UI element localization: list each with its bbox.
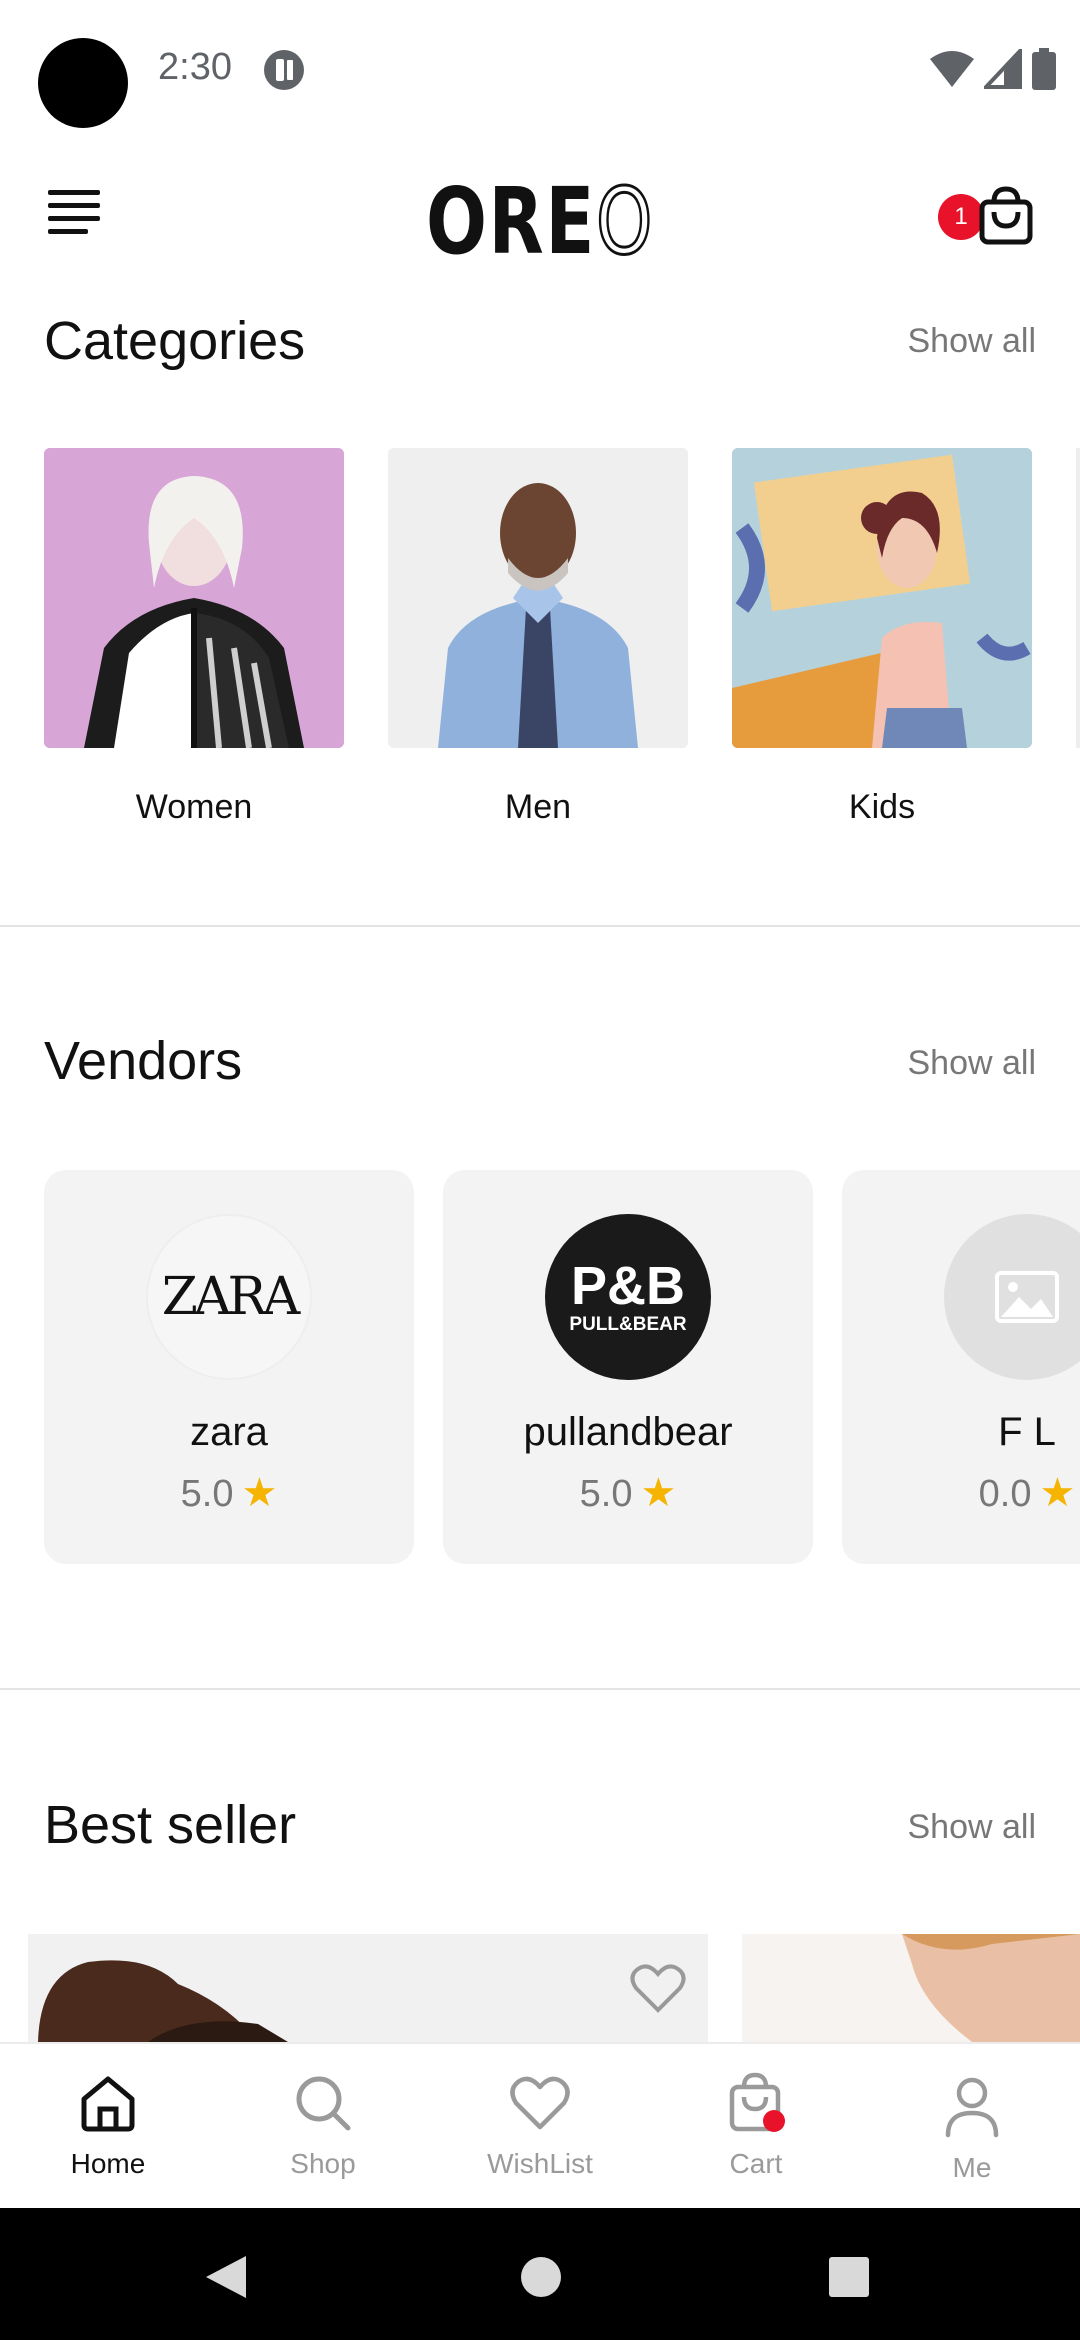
star-icon: ★: [241, 1471, 278, 1515]
logo-outline-letter: O: [595, 167, 655, 277]
image-placeholder-icon: [995, 1271, 1059, 1323]
category-men[interactable]: Men: [388, 448, 688, 827]
shopping-bag-icon[interactable]: [978, 186, 1034, 246]
best-seller-product-card[interactable]: [28, 1934, 708, 2042]
category-label: Women: [135, 788, 253, 826]
vendor-name: zara: [190, 1410, 268, 1454]
nav-label: Home: [70, 2148, 146, 2179]
category-women-image: [44, 448, 344, 748]
nav-home[interactable]: Home: [18, 2068, 198, 2180]
home-icon: [18, 2068, 198, 2138]
product-image: [28, 1934, 708, 2042]
menu-icon[interactable]: [48, 190, 104, 238]
vendor-logo-text: P&B: [570, 1256, 685, 1316]
notification-app-icon: [264, 50, 304, 90]
category-label: Kids: [848, 788, 916, 826]
best-seller-show-all[interactable]: Show all: [907, 1808, 1036, 1847]
person-icon: [882, 2072, 1062, 2142]
category-kids-image: [732, 448, 1032, 748]
recents-icon[interactable]: [828, 2256, 870, 2298]
categories-show-all[interactable]: Show all: [907, 322, 1036, 361]
vendor-rating: 5.0 ★: [443, 1470, 813, 1516]
nav-me[interactable]: Me: [882, 2072, 1062, 2184]
nav-label: Shop: [290, 2148, 356, 2179]
best-seller-title: Best seller: [44, 1795, 297, 1855]
categories-title: Categories: [44, 311, 306, 371]
vendor-card-zara[interactable]: ZARA zara 5.0 ★: [44, 1170, 414, 1564]
bottom-nav: Home Shop WishList Cart Me: [0, 2042, 1080, 2208]
nav-label: WishList: [487, 2148, 593, 2179]
vendor-rating: 0.0 ★: [842, 1470, 1080, 1516]
vendor-logo-subtext: PULL&BEAR: [569, 1314, 687, 1335]
category-kids[interactable]: Kids: [732, 448, 1032, 827]
wifi-icon: [930, 51, 974, 87]
vendor-logo-text: ZARA: [161, 1267, 300, 1327]
app-header: OREO 1: [0, 160, 1080, 277]
vendor-logo-pullandbear: P&B PULL&BEAR: [545, 1214, 711, 1380]
logo-text: ORE: [425, 168, 596, 275]
vendor-name: pullandbear: [523, 1410, 733, 1454]
nav-cart[interactable]: Cart: [666, 2068, 846, 2180]
search-icon: [233, 2068, 413, 2138]
vendors-title: Vendors: [44, 1031, 243, 1091]
nav-wishlist[interactable]: WishList: [450, 2068, 630, 2180]
best-seller-product-card[interactable]: [742, 1934, 1080, 2042]
star-icon: ★: [640, 1471, 677, 1515]
product-image: [742, 1934, 1080, 2042]
system-navigation-bar: [0, 2208, 1080, 2340]
back-icon[interactable]: [204, 2254, 248, 2300]
nav-label: Me: [952, 2152, 992, 2183]
section-divider: [0, 1688, 1080, 1690]
vendors-show-all[interactable]: Show all: [907, 1044, 1036, 1083]
vendor-logo-zara: ZARA: [146, 1214, 312, 1380]
vendor-rating-value: 5.0: [180, 1473, 234, 1515]
battery-icon: [1032, 48, 1056, 90]
vendor-rating: 5.0 ★: [44, 1470, 414, 1516]
vendor-logo-placeholder: [944, 1214, 1080, 1380]
vendor-rating-value: 5.0: [579, 1473, 633, 1515]
home-circle-icon[interactable]: [520, 2256, 562, 2298]
category-men-image: [388, 448, 688, 748]
category-next-peek: [1076, 448, 1080, 748]
status-icons: [930, 48, 1056, 90]
nav-shop[interactable]: Shop: [233, 2068, 413, 2180]
category-women[interactable]: Women: [44, 448, 344, 827]
heart-icon: [450, 2068, 630, 2138]
vendor-card-fl[interactable]: F L 0.0 ★: [842, 1170, 1080, 1564]
app-logo: OREO: [119, 167, 961, 277]
signal-icon: [984, 49, 1022, 89]
section-divider: [0, 925, 1080, 927]
star-icon: ★: [1039, 1471, 1076, 1515]
nav-label: Cart: [729, 2148, 783, 2179]
status-bar: 2:30: [0, 0, 1080, 140]
cart-icon: [666, 2068, 846, 2138]
vendor-card-pullandbear[interactable]: P&B PULL&BEAR pullandbear 5.0 ★: [443, 1170, 813, 1564]
heart-icon[interactable]: [630, 1964, 686, 2014]
vendor-rating-value: 0.0: [978, 1473, 1032, 1515]
vendor-name: F L: [998, 1410, 1056, 1454]
camera-cutout: [38, 38, 128, 128]
category-label: Men: [504, 788, 572, 826]
status-time: 2:30: [158, 46, 232, 88]
